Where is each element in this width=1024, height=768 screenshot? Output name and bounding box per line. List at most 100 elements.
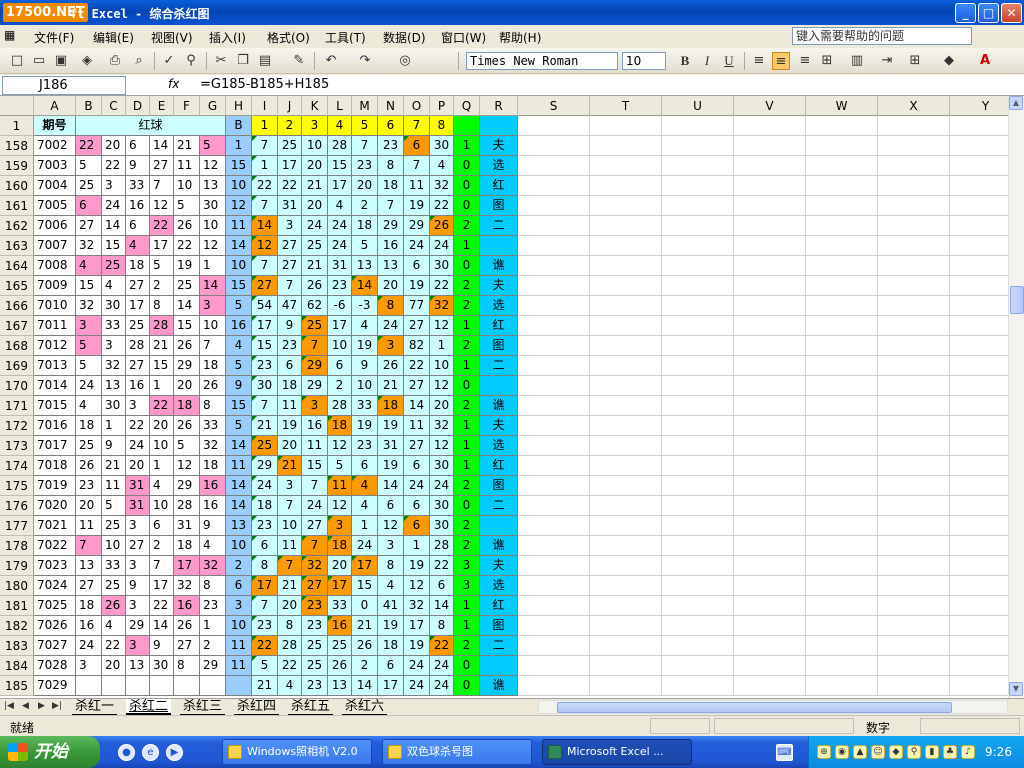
red-ball-cell[interactable] bbox=[200, 676, 226, 696]
empty-cell[interactable] bbox=[878, 516, 950, 536]
maximize-button[interactable]: □ bbox=[978, 3, 999, 23]
scroll-down-icon[interactable]: ▼ bbox=[1009, 682, 1023, 696]
row-header[interactable]: 169 bbox=[0, 356, 34, 376]
red-ball-cell[interactable]: 32 bbox=[200, 436, 226, 456]
kill-number-cell[interactable]: 29 bbox=[378, 216, 404, 236]
kill-number-cell[interactable]: 27 bbox=[302, 516, 328, 536]
red-ball-cell[interactable]: 18 bbox=[76, 416, 102, 436]
red-ball-cell[interactable]: 31 bbox=[126, 496, 150, 516]
red-ball-cell[interactable]: 16 bbox=[76, 616, 102, 636]
red-ball-cell[interactable]: 12 bbox=[174, 456, 200, 476]
kill-number-cell[interactable]: 33 bbox=[352, 396, 378, 416]
kill-number-cell[interactable]: 20 bbox=[278, 596, 302, 616]
menu-format[interactable]: 格式(O) bbox=[267, 29, 310, 46]
empty-cell[interactable] bbox=[590, 416, 662, 436]
kill-number-cell[interactable]: 14 bbox=[404, 396, 430, 416]
hit-count-cell[interactable]: 1 bbox=[454, 136, 480, 156]
empty-cell[interactable] bbox=[518, 536, 590, 556]
empty-cell[interactable] bbox=[950, 236, 1008, 256]
spelling-icon[interactable]: ✓ bbox=[160, 52, 178, 70]
kill-number-cell[interactable]: 4 bbox=[352, 316, 378, 336]
kill-number-cell[interactable]: 22 bbox=[430, 196, 454, 216]
kill-number-cell[interactable]: 21 bbox=[352, 616, 378, 636]
empty-cell[interactable] bbox=[662, 236, 734, 256]
red-ball-cell[interactable]: 25 bbox=[76, 436, 102, 456]
kill-number-cell[interactable]: 0 bbox=[352, 596, 378, 616]
kill-number-cell[interactable]: 11 bbox=[328, 476, 352, 496]
kill-number-cell[interactable]: 24 bbox=[328, 236, 352, 256]
note-cell[interactable]: 选 bbox=[480, 436, 518, 456]
empty-cell[interactable] bbox=[518, 296, 590, 316]
empty-cell[interactable] bbox=[734, 116, 806, 136]
blue-ball-cell[interactable]: 10 bbox=[226, 256, 252, 276]
red-ball-cell[interactable]: 18 bbox=[76, 596, 102, 616]
kill-number-cell[interactable]: 20 bbox=[278, 436, 302, 456]
empty-cell[interactable] bbox=[590, 616, 662, 636]
empty-cell[interactable] bbox=[878, 636, 950, 656]
empty-cell[interactable] bbox=[950, 496, 1008, 516]
red-ball-cell[interactable]: 15 bbox=[150, 356, 174, 376]
row-header[interactable]: 179 bbox=[0, 556, 34, 576]
red-ball-cell[interactable]: 28 bbox=[174, 496, 200, 516]
red-ball-cell[interactable]: 18 bbox=[200, 356, 226, 376]
menu-edit[interactable]: 编辑(E) bbox=[93, 29, 134, 46]
hit-count-cell[interactable]: 0 bbox=[454, 256, 480, 276]
kill-number-cell[interactable]: 26 bbox=[352, 636, 378, 656]
open-icon[interactable]: ▭ bbox=[30, 52, 48, 70]
row-header[interactable]: 175 bbox=[0, 476, 34, 496]
empty-cell[interactable] bbox=[590, 236, 662, 256]
red-ball-cell[interactable]: 22 bbox=[150, 396, 174, 416]
hit-count-cell[interactable]: 0 bbox=[454, 156, 480, 176]
empty-cell[interactable] bbox=[734, 516, 806, 536]
empty-cell[interactable] bbox=[950, 476, 1008, 496]
period-cell[interactable]: 7014 bbox=[34, 376, 76, 396]
kill-number-cell[interactable]: 17 bbox=[252, 576, 278, 596]
kill-number-cell[interactable]: 5 bbox=[352, 236, 378, 256]
column-header[interactable]: N bbox=[378, 96, 404, 116]
kill-number-cell[interactable]: 12 bbox=[404, 576, 430, 596]
empty-cell[interactable] bbox=[590, 476, 662, 496]
row-header[interactable]: 165 bbox=[0, 276, 34, 296]
kill-number-cell[interactable]: 10 bbox=[352, 376, 378, 396]
red-ball-cell[interactable]: 15 bbox=[174, 316, 200, 336]
empty-cell[interactable] bbox=[590, 636, 662, 656]
hyperlink-icon[interactable]: ◎ bbox=[396, 52, 414, 70]
note-cell[interactable]: 谯 bbox=[480, 396, 518, 416]
kill-number-cell[interactable]: 6 bbox=[378, 656, 404, 676]
empty-cell[interactable] bbox=[878, 456, 950, 476]
red-ball-cell[interactable]: 16 bbox=[126, 196, 150, 216]
kill-number-cell[interactable]: 33 bbox=[328, 596, 352, 616]
empty-cell[interactable] bbox=[662, 196, 734, 216]
red-ball-cell[interactable]: 2 bbox=[150, 276, 174, 296]
empty-cell[interactable] bbox=[806, 236, 878, 256]
red-ball-cell[interactable]: 3 bbox=[126, 636, 150, 656]
hit-count-cell[interactable]: 0 bbox=[454, 196, 480, 216]
kill-number-cell[interactable]: 19 bbox=[378, 456, 404, 476]
kill-number-cell[interactable]: 19 bbox=[352, 336, 378, 356]
red-ball-cell[interactable] bbox=[174, 676, 200, 696]
red-ball-cell[interactable]: 26 bbox=[174, 416, 200, 436]
blue-ball-cell[interactable]: 15 bbox=[226, 276, 252, 296]
kill-number-cell[interactable]: 30 bbox=[430, 516, 454, 536]
red-ball-cell[interactable]: 10 bbox=[200, 216, 226, 236]
empty-cell[interactable] bbox=[734, 216, 806, 236]
kill-number-cell[interactable]: 4 bbox=[430, 156, 454, 176]
kill-number-cell[interactable]: 28 bbox=[278, 636, 302, 656]
empty-cell[interactable] bbox=[518, 396, 590, 416]
red-ball-cell[interactable]: 30 bbox=[102, 396, 126, 416]
period-cell[interactable]: 7019 bbox=[34, 476, 76, 496]
start-button[interactable]: 开始 bbox=[0, 736, 100, 768]
column-header[interactable]: F bbox=[174, 96, 200, 116]
kill-number-cell[interactable]: 19 bbox=[378, 616, 404, 636]
period-cell[interactable]: 7002 bbox=[34, 136, 76, 156]
kill-number-cell[interactable]: -3 bbox=[352, 296, 378, 316]
red-ball-cell[interactable]: 29 bbox=[200, 656, 226, 676]
kill-number-cell[interactable]: 6 bbox=[404, 516, 430, 536]
kill-number-cell[interactable]: 27 bbox=[404, 436, 430, 456]
kill-number-cell[interactable]: 25 bbox=[302, 236, 328, 256]
empty-cell[interactable] bbox=[806, 116, 878, 136]
empty-cell[interactable] bbox=[590, 196, 662, 216]
empty-cell[interactable] bbox=[950, 576, 1008, 596]
red-ball-cell[interactable]: 26 bbox=[200, 376, 226, 396]
kill-number-cell[interactable]: 15 bbox=[302, 456, 328, 476]
